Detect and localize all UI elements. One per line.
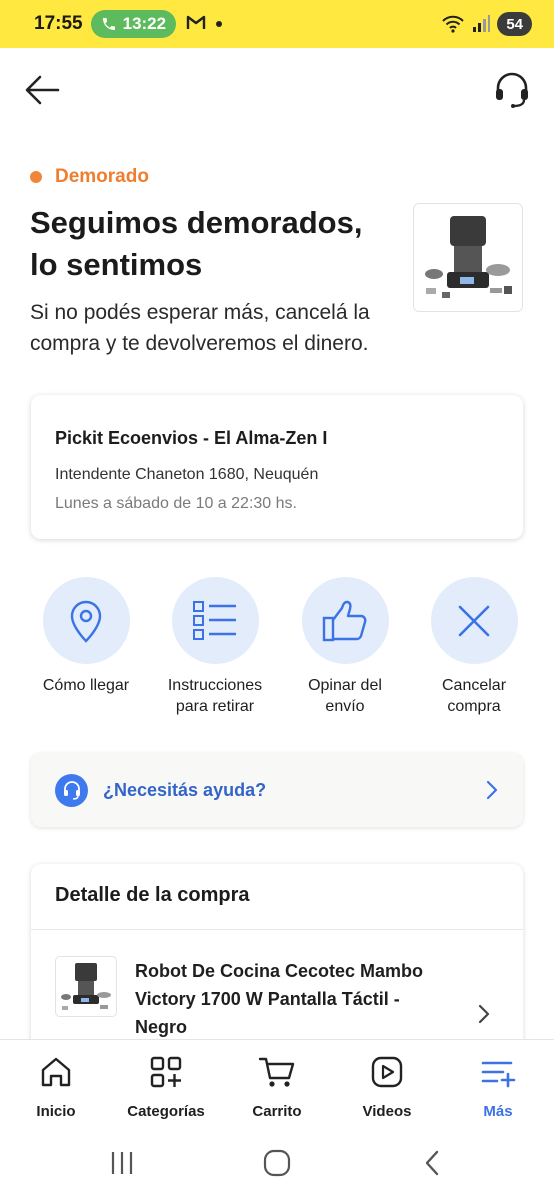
action-label-line2: para retirar [175, 698, 255, 715]
pickup-point-card: Pickit Ecoenvios - El Alma-Zen I Intende… [31, 395, 523, 539]
nav-more[interactable]: Más [448, 1054, 548, 1120]
help-label: ¿Necesitás ayuda? [103, 779, 267, 800]
help-banner[interactable]: ¿Necesitás ayuda? [31, 753, 523, 827]
page-title: Seguimos demorados, lo sentimos [30, 205, 363, 282]
back-button[interactable] [22, 72, 62, 108]
product-image [413, 203, 523, 312]
action-label-line2: compra [447, 698, 501, 715]
cancel-purchase-button[interactable]: Cancelar compra [409, 577, 539, 717]
notification-dot [216, 21, 223, 27]
arrow-left-icon [25, 75, 60, 105]
action-label-line2: envío [325, 698, 365, 715]
rate-shipping-button[interactable]: Opinar del envío [280, 577, 410, 717]
how-to-get-there-button[interactable]: Cómo llegar [21, 577, 151, 696]
system-back-button[interactable] [412, 1147, 452, 1179]
app-bar [0, 48, 554, 134]
status-message: Si no podés esperar más, cancelá la comp… [30, 301, 370, 355]
action-label: Cómo llegar [42, 677, 130, 694]
status-dot [30, 171, 42, 183]
item-title[interactable]: Robot De Cocina Cecotec Mambo Victory 17… [135, 957, 445, 1041]
nav-label: Categorías [127, 1103, 205, 1120]
action-label: Instrucciones [167, 677, 263, 694]
menu-plus-icon [448, 1054, 548, 1090]
chevron-right-icon[interactable] [477, 1003, 491, 1025]
nav-label: Inicio [36, 1103, 76, 1120]
phone-icon [102, 18, 115, 30]
chevron-left-icon [425, 1150, 439, 1176]
headset-icon [496, 72, 528, 108]
nav-videos[interactable]: Videos [337, 1054, 437, 1120]
divider [31, 929, 523, 930]
pickup-hours: Lunes a sábado de 10 a 22:30 hs. [55, 495, 297, 512]
item-image [55, 956, 117, 1017]
thumbs-up-icon [322, 600, 367, 641]
support-button[interactable] [492, 70, 532, 110]
home-circle-icon [263, 1149, 291, 1177]
home-icon [6, 1054, 106, 1090]
nav-cart[interactable]: Carrito [227, 1054, 327, 1120]
status-time: 17:55 [34, 13, 83, 34]
recent-apps-button[interactable] [102, 1147, 142, 1179]
pickup-name: Pickit Ecoenvios - El Alma-Zen I [55, 428, 328, 448]
location-pin-icon [70, 600, 102, 643]
purchase-detail-title: Detalle de la compra [55, 884, 250, 906]
system-navigation [0, 1127, 554, 1200]
status-bar: 17:55 13:22 54 [0, 0, 554, 48]
nav-label: Carrito [252, 1103, 302, 1120]
recent-apps-icon [111, 1152, 133, 1174]
headset-icon [55, 773, 88, 807]
action-label: Cancelar [441, 677, 507, 694]
chevron-right-icon [486, 780, 498, 800]
list-icon [193, 600, 236, 640]
action-buttons: Cómo llegar Instrucciones para retirar Op… [0, 577, 554, 727]
pickup-address: Intendente Chaneton 1680, Neuquén [55, 466, 319, 483]
action-label: Opinar del [308, 677, 382, 694]
nav-label: Videos [362, 1103, 412, 1120]
categories-icon [116, 1054, 216, 1090]
nav-categories[interactable]: Categorías [116, 1054, 216, 1120]
order-status: Demorado [30, 166, 149, 188]
gmail-icon [186, 14, 206, 35]
call-pill[interactable]: 13:22 [90, 10, 177, 38]
nav-home[interactable]: Inicio [6, 1054, 106, 1120]
close-icon [458, 605, 490, 636]
home-button[interactable] [257, 1147, 297, 1179]
nav-label: Más [483, 1103, 513, 1120]
call-timer: 13:22 [122, 14, 167, 33]
cart-icon [227, 1054, 327, 1090]
signal-icon [473, 15, 491, 32]
play-icon [337, 1054, 437, 1090]
battery-indicator: 54 [497, 12, 532, 36]
wifi-icon [442, 15, 465, 33]
bottom-navigation: Inicio Categorías Carrito Videos Más [0, 1039, 554, 1127]
pickup-instructions-button[interactable]: Instrucciones para retirar [150, 577, 280, 717]
status-label: Demorado [55, 166, 149, 187]
